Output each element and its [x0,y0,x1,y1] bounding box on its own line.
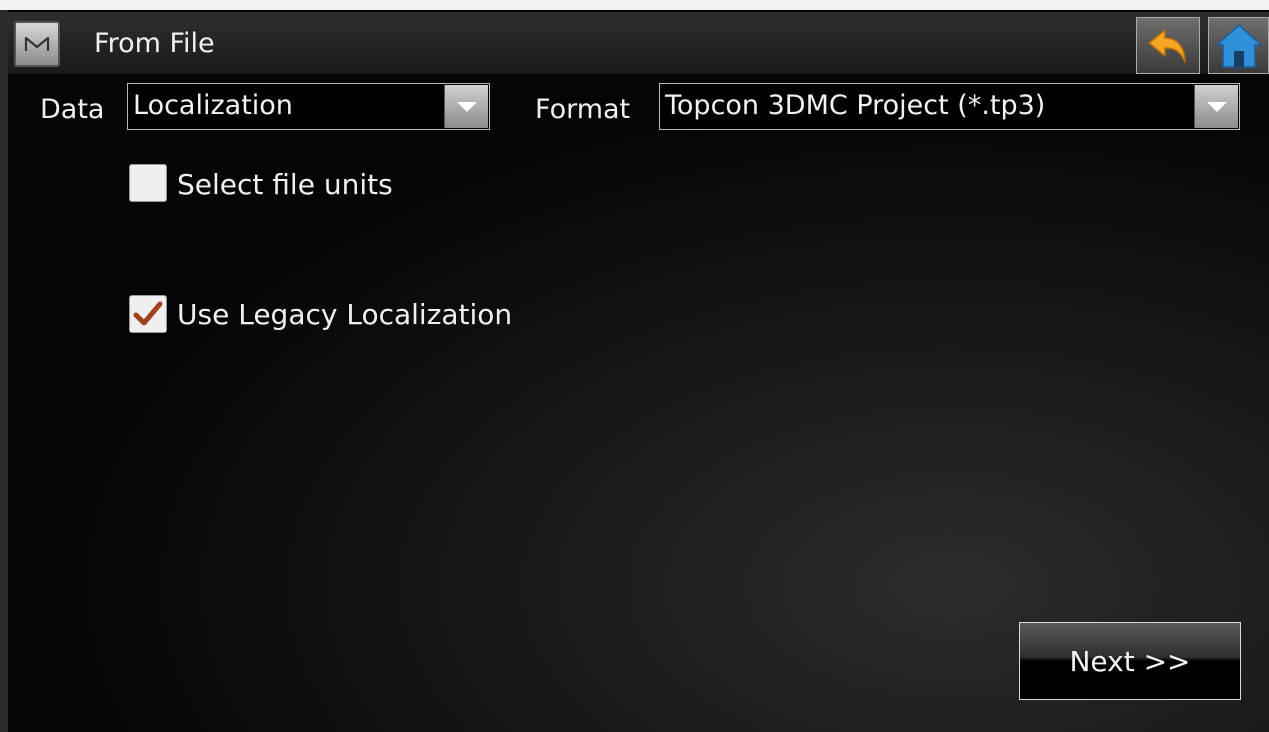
next-button[interactable]: Next >> [1019,622,1241,700]
data-dropdown-value: Localization [133,90,293,121]
format-dropdown-arrow[interactable] [1194,85,1238,128]
format-dropdown-value: Topcon 3DMC Project (*.tp3) [665,90,1046,121]
home-button[interactable] [1208,17,1269,74]
chevron-down-icon [1206,101,1227,112]
back-button[interactable] [1136,17,1200,74]
select-file-units-checkbox[interactable] [129,164,167,202]
m-logo-icon [24,36,50,51]
chevron-down-icon [456,101,477,112]
data-dropdown[interactable]: Localization [127,83,490,130]
page-title: From File [94,28,215,59]
checkmark-icon [133,301,163,326]
home-icon [1214,23,1263,68]
undo-arrow-icon [1148,28,1186,63]
title-bar: From File [8,12,1269,74]
select-file-units-label[interactable]: Select file units [177,168,393,201]
use-legacy-localization-label[interactable]: Use Legacy Localization [177,298,512,331]
menu-button[interactable] [14,21,60,67]
data-label: Data [40,94,105,125]
use-legacy-localization-checkbox[interactable] [129,295,167,333]
screen: From File Data Localization Format Topco… [0,0,1269,732]
format-label: Format [535,94,631,125]
left-edge [0,10,8,732]
top-strip [0,0,1269,10]
format-dropdown[interactable]: Topcon 3DMC Project (*.tp3) [659,83,1240,130]
data-dropdown-arrow[interactable] [444,85,488,128]
